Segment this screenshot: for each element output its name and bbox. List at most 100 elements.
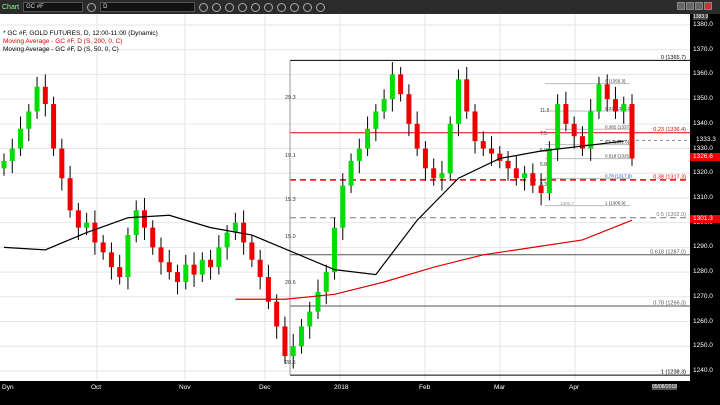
x-tick-label: Nov [179, 384, 191, 391]
candle-down [480, 141, 486, 149]
symbol-select[interactable]: GC #F [23, 2, 84, 12]
chart-label: Chart [2, 3, 20, 11]
candle-down [100, 242, 106, 253]
inner-fib-percent-label: 5.8 [540, 162, 547, 168]
legend-ma50: Moving Average - GC #F, D (S, 50, 0, C) [3, 46, 119, 53]
fib-percent-label: 28.5 [285, 360, 296, 366]
candle-down [208, 259, 214, 268]
comment-icon[interactable] [290, 2, 300, 12]
link-icon[interactable] [277, 2, 287, 12]
fib-level-label: 0 (1365.7) [661, 55, 686, 61]
candle-up [447, 123, 453, 174]
candle-down [505, 160, 511, 169]
candle-up [340, 185, 346, 228]
fib-level-label: 0.618 (1287.0) [650, 249, 686, 255]
toolbar: Chart GC #F D [0, 0, 720, 14]
candle-up [381, 99, 387, 112]
candle-down [117, 267, 123, 278]
fib-level-label: 0.5 (1302.0) [656, 212, 686, 218]
candle-up [555, 104, 561, 149]
candle-up [332, 227, 338, 273]
candle-up [373, 111, 379, 129]
y-tick-label: 1350.0 [693, 95, 713, 103]
pencil-icon[interactable] [212, 2, 222, 12]
candle-up [298, 326, 304, 347]
candle-down [141, 210, 147, 228]
clock-icon[interactable] [199, 2, 209, 12]
candle-down [612, 99, 618, 112]
y-tick-label: 1310.0 [693, 193, 713, 201]
x-tick-label: 2018 [334, 384, 349, 391]
fib-level-label: 0.38 (1317.3) [653, 174, 686, 180]
candle-up [546, 148, 552, 194]
candle-down [464, 79, 470, 112]
minimize-button[interactable] [686, 2, 694, 10]
candle-up [356, 148, 362, 161]
candle-up [224, 232, 230, 248]
fib-level-label: 0.78 (1266.3) [653, 300, 686, 306]
maximize-button[interactable] [695, 2, 703, 10]
x-tick-label: Dec [259, 384, 271, 391]
x-tick-label: Feb [419, 384, 431, 391]
inner-fib-label: 1306.7 [560, 201, 574, 206]
legend-ma200: Moving Average - GC #F, D (S, 200, 0, C) [3, 38, 123, 45]
candle-up [439, 173, 445, 179]
candle-up [125, 235, 131, 278]
y-tick-label: 1380.0 [693, 21, 713, 28]
alert-icon[interactable] [264, 2, 274, 12]
candle-up [290, 346, 296, 357]
candle-up [315, 291, 321, 312]
twitter-icon[interactable] [303, 2, 313, 12]
chart-plot-area[interactable]: 0 (1365.7) 0.23 (1336.4) 0.38 (1317.3) 0.5 … [0, 14, 690, 381]
time-axis[interactable]: Dyn 05/08/2018 Oct Nov Dec 2018 Feb Mar Apr [0, 381, 690, 395]
candle-up [183, 264, 189, 282]
candle-down [257, 259, 263, 278]
y-tick-label: 1250.0 [693, 342, 713, 350]
inner-fib-label: 0.23 (1345.2) [605, 106, 632, 111]
price-tag: 1301.3 [690, 215, 720, 224]
candle-up [26, 111, 32, 129]
candle-up [389, 74, 395, 100]
candle-down [265, 277, 271, 302]
fib-percent-label: 19.1 [285, 153, 296, 159]
fib-level-label: 0.23 (1336.4) [653, 127, 686, 133]
price-axis[interactable]: 1380.0 1370.0 1360.0 1350.0 1340.0 1330.0 1320… [690, 14, 720, 381]
y-tick-label: 1240.0 [693, 366, 713, 374]
settings-icon[interactable] [87, 2, 97, 12]
x-tick-label: Oct [91, 384, 102, 391]
dashed-price-label: 1333.3 [696, 136, 716, 144]
mail-icon[interactable] [238, 2, 248, 12]
candle-up [365, 128, 371, 149]
price-tag: 1326.6 [690, 152, 720, 161]
y-tick-label: 1360.0 [693, 70, 713, 78]
candle-down [249, 242, 255, 260]
close-button[interactable] [704, 2, 712, 10]
y-tick-label: 1370.0 [693, 45, 713, 53]
candle-down [42, 86, 48, 105]
candle-down [175, 272, 181, 282]
candle-down [108, 252, 114, 268]
candle-up [348, 160, 354, 186]
candle-up [455, 79, 461, 124]
candle-down [629, 104, 635, 159]
y-tick-label: 1340.0 [693, 119, 713, 127]
candle-up [216, 247, 222, 268]
inner-fib-label: 0 (1356.3) [605, 79, 626, 84]
candlestick-chart: 0 (1365.7) 0.23 (1336.4) 0.38 (1317.3) 0.5 … [0, 14, 690, 381]
candle-down [59, 148, 65, 179]
facebook-icon[interactable] [316, 2, 326, 12]
play-icon[interactable] [251, 2, 261, 12]
help-button[interactable] [677, 2, 685, 10]
candle-up [522, 173, 528, 179]
candle-down [274, 301, 280, 327]
candle-down [282, 326, 288, 357]
candle-up [596, 84, 602, 112]
minus-icon[interactable] [225, 2, 235, 12]
interval-select[interactable]: D [100, 2, 196, 12]
y-tick-label: 1320.0 [693, 169, 713, 177]
y-tick-label: 1270.0 [693, 292, 713, 300]
candle-up [199, 259, 205, 275]
candle-up [621, 104, 627, 112]
candle-down [414, 123, 420, 149]
y-tick-label: 1260.0 [693, 317, 713, 325]
